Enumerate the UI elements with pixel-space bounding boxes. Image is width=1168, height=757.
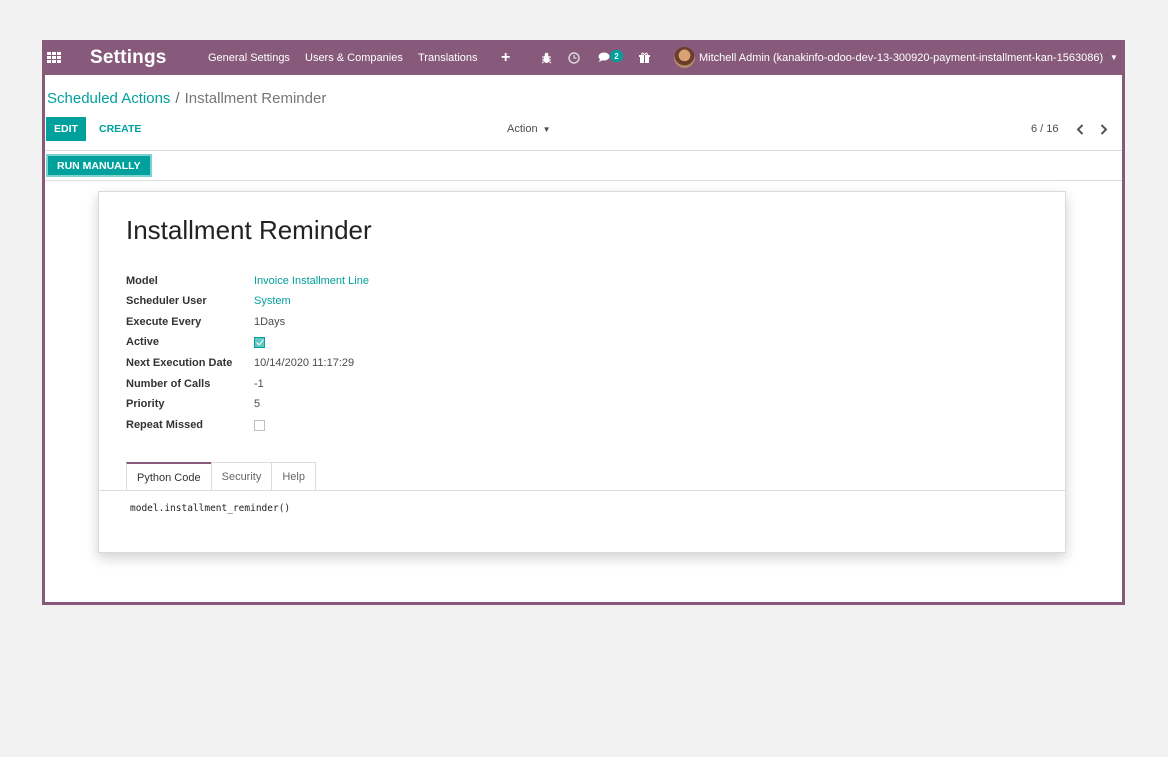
chevron-left-icon[interactable] (1076, 117, 1084, 141)
status-bar: RUN MANUALLY (45, 151, 1122, 180)
field-label: Repeat Missed (126, 419, 204, 431)
field-repeat-missed: Repeat Missed (126, 417, 265, 433)
main-content: Scheduled Actions / Installment Reminder E… (45, 75, 1122, 602)
model-link[interactable]: Invoice Installment Line (254, 275, 369, 287)
top-navbar: Settings General Settings Users & Compan… (42, 40, 1125, 75)
priority-value: 5 (254, 398, 261, 410)
scheduler-user-link[interactable]: System (254, 295, 291, 307)
field-label: Execute Every (126, 316, 202, 328)
number-of-calls-value: -1 (254, 378, 264, 390)
field-next-execution-date: Next Execution Date 10/14/2020 11:17:29 (126, 355, 354, 371)
next-execution-date-value: 10/14/2020 11:17:29 (254, 357, 355, 369)
tab-python-code[interactable]: Python Code (126, 462, 212, 491)
field-model: Model Invoice Installment Line (126, 273, 369, 289)
breadcrumb-scheduled-actions[interactable]: Scheduled Actions (47, 90, 170, 107)
messages-chat-icon[interactable] (598, 40, 611, 75)
menu-users-companies[interactable]: Users & Companies (305, 40, 403, 75)
field-label: Scheduler User (126, 295, 207, 307)
python-code-field[interactable]: model.installment_reminder() (130, 503, 290, 514)
pager-value[interactable]: 6 / 16 (1031, 117, 1059, 141)
field-label: Active (126, 336, 160, 348)
field-label: Model (126, 275, 158, 287)
form-sheet: Installment Reminder Model Invoice Insta… (98, 191, 1066, 553)
action-dropdown[interactable]: Action ▼ (507, 117, 551, 141)
field-label: Number of Calls (126, 378, 211, 390)
activity-clock-icon[interactable] (568, 40, 580, 75)
run-manually-button[interactable]: RUN MANUALLY (46, 154, 152, 177)
plus-icon[interactable]: + (501, 40, 510, 75)
messages-badge: 2 (610, 50, 623, 62)
tab-divider (99, 490, 1065, 491)
record-title: Installment Reminder (126, 215, 372, 245)
odoo-window: Settings General Settings Users & Compan… (42, 40, 1125, 605)
edit-button[interactable]: EDIT (46, 117, 86, 141)
breadcrumb-separator: / (175, 90, 180, 107)
debug-bug-icon[interactable] (541, 40, 552, 75)
user-menu-name[interactable]: Mitchell Admin (kanakinfo-odoo-dev-13-30… (699, 40, 1103, 75)
field-label: Next Execution Date (126, 357, 233, 369)
tab-help[interactable]: Help (271, 462, 316, 491)
create-button[interactable]: CREATE (99, 117, 141, 141)
field-active: Active (126, 334, 265, 350)
field-label: Priority (126, 398, 165, 410)
field-execute-every: Execute Every 1Days (126, 314, 285, 330)
menu-translations[interactable]: Translations (418, 40, 478, 75)
menu-general-settings[interactable]: General Settings (208, 40, 290, 75)
active-checkbox[interactable] (254, 336, 265, 348)
repeat-missed-checkbox[interactable] (254, 419, 265, 431)
caret-down-icon: ▼ (542, 124, 551, 134)
breadcrumb: Scheduled Actions / Installment Reminder (47, 90, 326, 107)
field-number-of-calls: Number of Calls -1 (126, 376, 264, 392)
gift-icon[interactable] (639, 40, 650, 75)
chevron-right-icon[interactable] (1100, 117, 1108, 141)
execute-every-value: 1Days (254, 316, 286, 328)
action-label: Action (507, 123, 538, 135)
notebook-tabs: Python Code Security Help (126, 462, 316, 491)
divider (45, 180, 1122, 181)
user-avatar[interactable] (674, 47, 695, 68)
app-title[interactable]: Settings (90, 40, 167, 75)
apps-menu-icon[interactable] (47, 40, 63, 75)
breadcrumb-current: Installment Reminder (184, 90, 327, 107)
field-scheduler-user: Scheduler User System (126, 293, 291, 309)
caret-down-icon[interactable]: ▼ (1110, 40, 1118, 75)
field-priority: Priority 5 (126, 396, 260, 412)
tab-security[interactable]: Security (210, 462, 273, 491)
